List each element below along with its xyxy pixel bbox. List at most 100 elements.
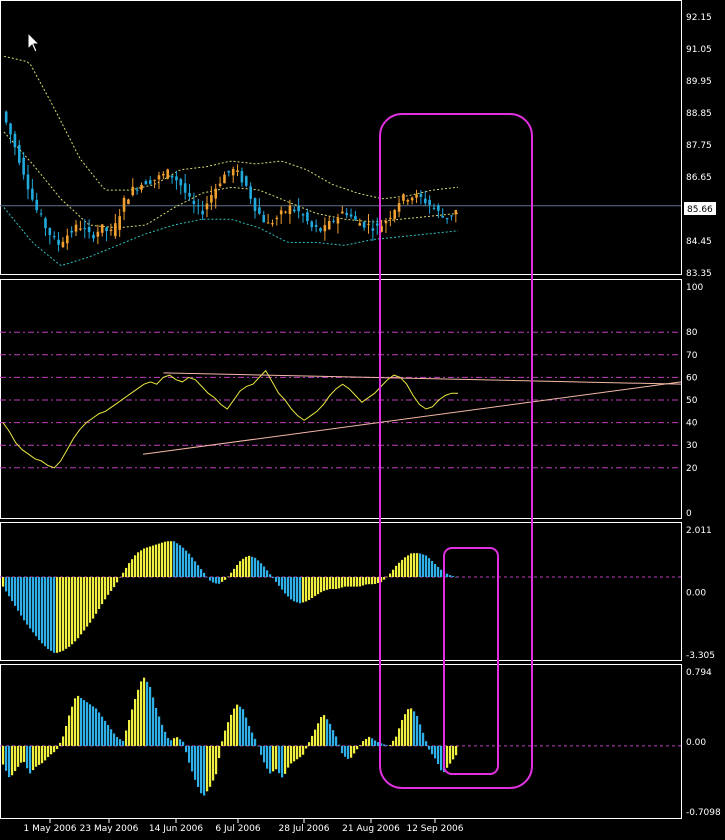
macd-bar [59, 577, 62, 652]
momentum-bar [11, 745, 14, 776]
momentum-bar [371, 738, 374, 746]
momentum-bar [407, 709, 410, 746]
momentum-bar [275, 745, 278, 770]
momentum-bar [83, 700, 86, 746]
macd-bar [155, 544, 158, 578]
macd-bar [356, 577, 359, 587]
y-tick-label: 2.011 [686, 526, 712, 536]
macd-bar [425, 555, 428, 578]
macd-bar [221, 577, 224, 582]
momentum-bar [287, 745, 290, 768]
momentum-bar [221, 741, 224, 746]
momentum-bar [50, 745, 53, 755]
macd-bar [242, 558, 245, 578]
macd-bar [173, 541, 176, 578]
macd-bar [320, 577, 323, 593]
candle-body [393, 210, 397, 220]
y-tick-label: 91.05 [686, 45, 712, 55]
macd-bar [296, 577, 299, 603]
momentum-bar [104, 720, 107, 746]
macd-bar [350, 577, 353, 587]
momentum-bar [5, 745, 8, 771]
candle-body [118, 216, 121, 230]
macd-bar [125, 567, 128, 578]
candle-body [131, 186, 135, 196]
candle-body [397, 203, 401, 212]
macd-bar [26, 577, 29, 625]
macd-bar [113, 577, 116, 588]
candle-body [389, 217, 392, 220]
momentum-bar [116, 737, 119, 746]
momentum-bar [308, 742, 311, 746]
macd-bar [77, 577, 80, 639]
candle-body [358, 223, 362, 226]
momentum-bar [74, 698, 77, 746]
macd-bar [305, 577, 308, 602]
momentum-bar [77, 695, 80, 746]
x-tick-label: 23 May 2006 [80, 824, 139, 834]
macd-bar [239, 561, 242, 578]
momentum-bar [152, 697, 155, 746]
momentum-bar [215, 745, 218, 775]
momentum-bar [401, 719, 404, 746]
momentum-bar [71, 706, 74, 746]
macd-bar [392, 569, 395, 578]
momentum-bar [185, 745, 188, 753]
candle-body [170, 175, 174, 178]
candle-body [127, 199, 130, 205]
candle-body [74, 224, 78, 232]
candle-body [349, 214, 353, 217]
macd-bar [347, 577, 350, 587]
macd-bar [203, 572, 206, 578]
candle-body [419, 193, 423, 197]
candle-body [26, 174, 30, 190]
candle-body [175, 176, 178, 181]
macd-bar [206, 576, 209, 578]
macd-bar [197, 565, 200, 578]
candle-body [17, 145, 21, 163]
momentum-bar [14, 745, 17, 772]
y-tick-label: 100 [686, 283, 703, 293]
current-price-marker: 85.66 [684, 202, 716, 215]
macd-bar [95, 577, 98, 614]
momentum-bar [86, 702, 89, 746]
macd-bar [176, 543, 179, 578]
macd-bar [116, 577, 119, 583]
macd-bar [266, 570, 269, 578]
momentum-bar [284, 745, 287, 774]
macd-bar [254, 557, 257, 578]
candle-body [157, 175, 161, 180]
macd-bar [71, 577, 74, 645]
macd-bar [200, 569, 203, 578]
macd-bar [260, 563, 263, 578]
momentum-bar [434, 745, 437, 759]
macd-bar [161, 542, 164, 578]
macd-bar [104, 577, 107, 600]
candle-body [410, 197, 414, 201]
macd-bar [416, 553, 419, 578]
macd-bar [2, 577, 5, 587]
momentum-bar [332, 730, 335, 746]
momentum-bar [44, 745, 47, 761]
momentum-bar [107, 725, 110, 746]
macd-bar [353, 577, 356, 587]
candle-body [319, 228, 322, 232]
macd-bar [317, 577, 320, 595]
x-tick-label: 21 Aug 2006 [342, 824, 400, 834]
candle-body [201, 210, 204, 215]
candle-body [323, 225, 327, 232]
momentum-bar [305, 745, 308, 749]
momentum-bar [191, 745, 194, 772]
momentum-bar [398, 728, 401, 746]
candle-body [258, 207, 261, 214]
momentum-bar [323, 715, 326, 746]
macd-bar [407, 555, 410, 578]
momentum-bar [350, 745, 353, 758]
candle-body [44, 218, 47, 229]
momentum-bar [392, 740, 395, 746]
macd-bar [362, 577, 365, 586]
momentum-bar [236, 704, 239, 746]
macd-bar [263, 566, 266, 578]
macd-bar [284, 577, 287, 594]
momentum-bar [428, 745, 431, 750]
